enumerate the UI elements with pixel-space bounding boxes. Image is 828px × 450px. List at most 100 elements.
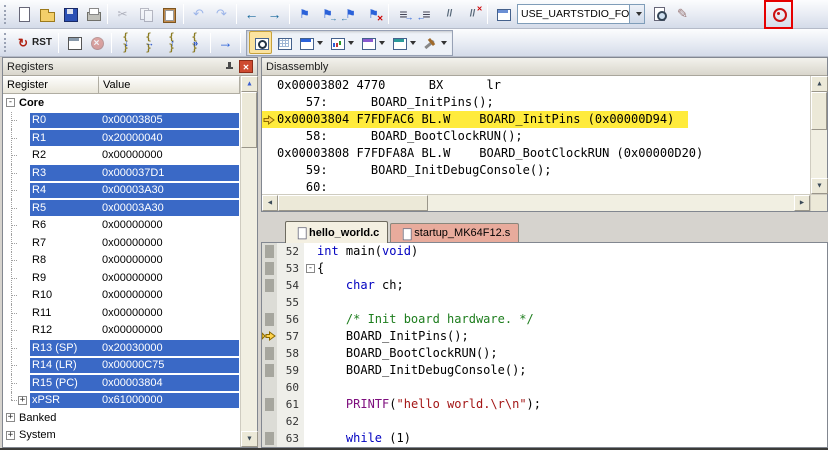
open-file-button[interactable]: [35, 3, 58, 26]
disassembly-line[interactable]: 57: BOARD_InitPins();: [262, 94, 810, 111]
register-row-r13-sp[interactable]: R13 (SP)0x20030000: [3, 339, 240, 357]
register-group-banked[interactable]: +Banked: [3, 409, 240, 427]
scrollbar-thumb[interactable]: [278, 195, 428, 211]
disassembly-line[interactable]: 58: BOARD_BootClockRUN();: [262, 128, 810, 145]
previous-bookmark-button[interactable]: [339, 3, 362, 26]
new-file-button[interactable]: [12, 3, 35, 26]
editor-line-61[interactable]: 61 PRINTF("hello world.\r\n");: [262, 396, 827, 413]
clear-bookmarks-button[interactable]: [362, 3, 385, 26]
breakpoint-margin[interactable]: [262, 243, 277, 260]
breakpoint-margin[interactable]: [262, 311, 277, 328]
tools-button[interactable]: [419, 31, 450, 54]
toggle-bookmark-button[interactable]: [293, 3, 316, 26]
search-text-combo[interactable]: USE_UARTSTDIO_FOR_EF: [517, 4, 645, 24]
editor-line-60[interactable]: 60: [262, 379, 827, 396]
scrollbar-track[interactable]: [241, 148, 257, 431]
scrollbar-thumb[interactable]: [241, 92, 257, 148]
column-header-register[interactable]: Register: [3, 76, 99, 93]
step-instruction-button[interactable]: [184, 31, 207, 54]
fold-collapse-icon[interactable]: -: [306, 264, 315, 273]
comment-button[interactable]: [438, 3, 461, 26]
register-row-r11[interactable]: R110x00000000: [3, 304, 240, 322]
editor-content[interactable]: 52int main(void)53-{54 char ch;5556 /* I…: [261, 242, 828, 448]
editor-line-52[interactable]: 52int main(void): [262, 243, 827, 260]
scrollbar-track[interactable]: [811, 130, 827, 178]
step-over-button[interactable]: [138, 31, 161, 54]
register-row-r4[interactable]: R40x00003A30: [3, 182, 240, 200]
disassembly-current-line[interactable]: 0x00003804 F7FDFAC6 BL.W BOARD_InitPins …: [262, 111, 688, 128]
memory-window-button[interactable]: [272, 31, 295, 54]
breakpoints-window-button[interactable]: [357, 31, 388, 54]
breakpoint-margin[interactable]: [262, 260, 277, 277]
close-panel-button[interactable]: [239, 60, 253, 73]
show-next-statement-button[interactable]: [62, 31, 85, 54]
column-header-value[interactable]: Value: [99, 76, 240, 93]
combo-dropdown-button[interactable]: [629, 5, 644, 23]
register-row-r7[interactable]: R70x00000000: [3, 234, 240, 252]
scroll-down-icon[interactable]: [241, 431, 258, 447]
step-into-button[interactable]: [115, 31, 138, 54]
expand-icon[interactable]: +: [18, 396, 27, 405]
expand-icon[interactable]: +: [6, 431, 15, 440]
register-row-r10[interactable]: R100x00000000: [3, 287, 240, 305]
tab-startup-mk64f12-s[interactable]: startup_MK64F12.s: [390, 223, 519, 242]
auto-hide-pin-button[interactable]: [222, 60, 236, 74]
register-window-button[interactable]: [295, 31, 326, 54]
breakpoint-margin[interactable]: [262, 328, 277, 345]
expand-icon[interactable]: +: [6, 413, 15, 422]
breakpoint-margin[interactable]: [262, 362, 277, 379]
editor-line-59[interactable]: 59 BOARD_InitDebugConsole();: [262, 362, 827, 379]
step-out-button[interactable]: [161, 31, 184, 54]
breakpoint-margin[interactable]: [262, 277, 277, 294]
navigate-forward-button[interactable]: [263, 3, 286, 26]
horizontal-splitter[interactable]: [261, 212, 828, 220]
registers-scrollbar[interactable]: [240, 76, 257, 447]
next-bookmark-button[interactable]: [316, 3, 339, 26]
breakpoint-margin[interactable]: [262, 413, 277, 430]
breakpoint-margin[interactable]: [262, 396, 277, 413]
source-window-button[interactable]: [249, 31, 272, 54]
outdent-button[interactable]: [415, 3, 438, 26]
print-button[interactable]: [81, 3, 104, 26]
collapse-icon[interactable]: -: [6, 98, 15, 107]
editor-line-63[interactable]: 63 while (1): [262, 430, 827, 447]
disassembly-line[interactable]: 0x00003802 4770 BX lr: [262, 77, 810, 94]
register-row-r9[interactable]: R90x00000000: [3, 269, 240, 287]
editor-line-62[interactable]: 62: [262, 413, 827, 430]
disassembly-horizontal-scrollbar[interactable]: [262, 194, 810, 211]
stack-window-button[interactable]: [388, 31, 419, 54]
navigate-back-button[interactable]: [240, 3, 263, 26]
disassembly-line[interactable]: 60:: [262, 179, 810, 194]
uncomment-button[interactable]: [461, 3, 484, 26]
register-row-r2[interactable]: R20x00000000: [3, 147, 240, 165]
register-row-r12[interactable]: R120x00000000: [3, 322, 240, 340]
register-row-r15-pc[interactable]: R15 (PC)0x00003804: [3, 374, 240, 392]
go-button[interactable]: [214, 31, 237, 54]
editor-line-56[interactable]: 56 /* Init board hardware. */: [262, 311, 827, 328]
scroll-left-icon[interactable]: [262, 195, 278, 211]
register-row-xpsr[interactable]: +xPSR0x61000000: [3, 392, 240, 410]
register-row-r14-lr[interactable]: R14 (LR)0x00000C75: [3, 357, 240, 375]
watch-window-button[interactable]: [326, 31, 357, 54]
editor-line-54[interactable]: 54 char ch;: [262, 277, 827, 294]
disassembly-content[interactable]: 0x00003802 4770 BX lr 57: BOARD_InitPins…: [262, 76, 810, 194]
scroll-down-icon[interactable]: [811, 178, 828, 194]
disassembly-line[interactable]: 59: BOARD_InitDebugConsole();: [262, 162, 810, 179]
register-row-r5[interactable]: R50x00003A30: [3, 199, 240, 217]
editor-line-55[interactable]: 55: [262, 294, 827, 311]
breakpoint-margin[interactable]: [262, 379, 277, 396]
paste-button[interactable]: [157, 3, 180, 26]
editor-line-58[interactable]: 58 BOARD_BootClockRUN();: [262, 345, 827, 362]
toolbar-grip[interactable]: [4, 33, 8, 52]
save-button[interactable]: [58, 3, 81, 26]
disassembly-vertical-scrollbar[interactable]: [810, 76, 827, 194]
search-options-button[interactable]: [767, 3, 790, 26]
register-group-system[interactable]: +System: [3, 427, 240, 445]
editor-line-53[interactable]: 53-{: [262, 260, 827, 277]
breakpoint-margin[interactable]: [262, 294, 277, 311]
scroll-up-icon[interactable]: [811, 76, 828, 92]
clear-search-button[interactable]: [671, 3, 694, 26]
disassembly-line[interactable]: 0x00003808 F7FDFA8A BL.W BOARD_BootClock…: [262, 145, 810, 162]
indent-button[interactable]: [392, 3, 415, 26]
register-row-r0[interactable]: R00x00003805: [3, 112, 240, 130]
